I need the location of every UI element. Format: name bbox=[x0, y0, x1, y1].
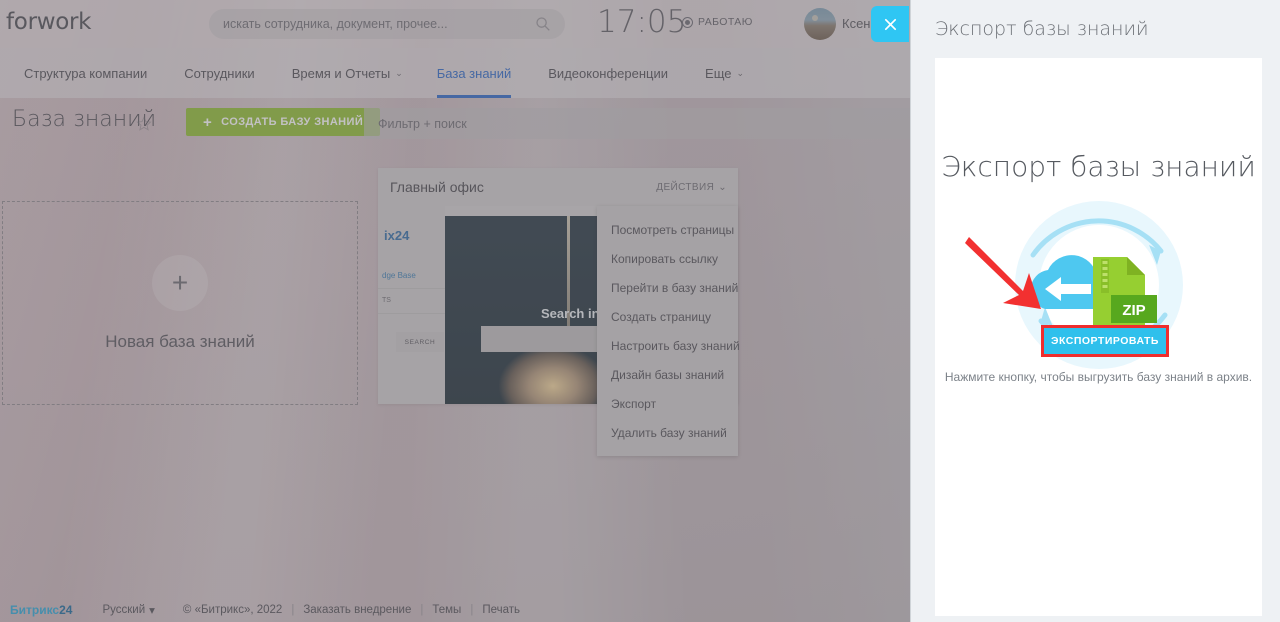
create-knowledge-base-label: СОЗДАТЬ БАЗУ ЗНАНИЙ bbox=[221, 116, 364, 128]
nav-label: Время и Отчеты bbox=[291, 65, 391, 81]
close-icon[interactable] bbox=[871, 6, 909, 42]
menu-item-delete-kb[interactable]: Удалить базу знаний bbox=[597, 418, 738, 447]
plus-icon: + bbox=[203, 113, 213, 131]
export-button[interactable]: ЭКСПОРТИРОВАТЬ bbox=[1041, 325, 1169, 357]
main-navigation: Структура компании Сотрудники Время и От… bbox=[0, 48, 910, 98]
preview-menu-item-2: TS bbox=[382, 297, 391, 304]
red-pointer-arrow-icon bbox=[965, 237, 1041, 309]
menu-item-configure-kb[interactable]: Настроить базу знаний bbox=[597, 331, 740, 360]
zip-label: ZIP bbox=[1122, 302, 1145, 319]
preview-menu-item-1: dge Base bbox=[382, 271, 416, 280]
avatar[interactable] bbox=[804, 8, 836, 40]
preview-hero-title: Search in bbox=[541, 306, 600, 321]
footer-separator: | bbox=[470, 604, 474, 616]
menu-item-design-kb[interactable]: Дизайн базы знаний bbox=[597, 360, 738, 389]
new-knowledge-base-label: Новая база знаний bbox=[105, 331, 255, 351]
preview-logo: ix24 bbox=[384, 228, 410, 243]
app-logo: forwork bbox=[6, 9, 92, 35]
new-knowledge-base-card[interactable]: + Новая база знаний bbox=[2, 201, 358, 405]
nav-label: Сотрудники bbox=[184, 65, 255, 81]
menu-item-export[interactable]: Экспорт bbox=[597, 389, 738, 418]
export-button-label: ЭКСПОРТИРОВАТЬ bbox=[1051, 335, 1159, 347]
footer-link-themes[interactable]: Темы bbox=[432, 604, 461, 616]
language-label: Русский bbox=[102, 604, 146, 616]
preview-search-button: SEARCH bbox=[396, 332, 444, 352]
top-bar: forwork искать сотрудника, документ, про… bbox=[0, 0, 910, 48]
nav-label: Видеоконференции bbox=[548, 65, 669, 81]
clock-display: 17:05 bbox=[597, 4, 687, 40]
footer-separator: | bbox=[420, 604, 424, 616]
page-header: База знаний + СОЗДАТЬ БАЗУ ЗНАНИЙ Фильтр… bbox=[0, 104, 910, 152]
menu-item-create-page[interactable]: Создать страницу bbox=[597, 302, 738, 331]
export-caption: Нажмите кнопку, чтобы выгрузить базу зна… bbox=[944, 370, 1253, 384]
work-status-label: РАБОТАЮ bbox=[698, 16, 753, 28]
knowledge-base-actions-button[interactable]: ДЕЙСТВИЯ ⌄ bbox=[656, 182, 727, 193]
export-slider-panel: Экспорт базы знаний Экспорт базы знаний bbox=[910, 0, 1280, 622]
footer-separator: | bbox=[291, 604, 295, 616]
knowledge-base-card-title: Главный офис bbox=[390, 179, 484, 195]
global-search-placeholder: искать сотрудника, документ, прочее... bbox=[223, 17, 448, 31]
menu-item-go-to-kb[interactable]: Перейти в базу знаний bbox=[597, 273, 738, 302]
nav-item-videoconferences[interactable]: Видеоконференции bbox=[548, 48, 668, 98]
nav-item-employees[interactable]: Сотрудники bbox=[184, 48, 254, 98]
copyright-text: © «Битрикс», 2022 bbox=[182, 604, 283, 616]
export-heading: Экспорт базы знаний bbox=[941, 150, 1256, 183]
bitrix24-logo[interactable]: Битрикс24 bbox=[10, 603, 72, 617]
chevron-down-icon: ⌄ bbox=[395, 67, 403, 78]
star-icon[interactable] bbox=[136, 116, 152, 132]
application-backdrop: forwork искать сотрудника, документ, про… bbox=[0, 0, 910, 622]
slider-content: Экспорт базы знаний ZIP ЭКСПОРТИРОВАТЬ Н… bbox=[935, 58, 1262, 616]
plus-icon: + bbox=[152, 254, 208, 311]
page-title: База знаний bbox=[12, 107, 157, 132]
work-status-toggle[interactable]: РАБОТАЮ bbox=[682, 16, 753, 28]
nav-item-knowledge-base[interactable]: База знаний bbox=[436, 48, 512, 98]
nav-label: Структура компании bbox=[24, 65, 148, 81]
footer-link-print[interactable]: Печать bbox=[482, 604, 520, 616]
nav-item-more[interactable]: Еще ⌄ bbox=[705, 48, 744, 98]
language-selector[interactable]: Русский ▾ bbox=[72, 603, 154, 617]
actions-label: ДЕЙСТВИЯ bbox=[656, 181, 715, 193]
global-search-input[interactable]: искать сотрудника, документ, прочее... bbox=[209, 9, 565, 39]
menu-item-view-pages[interactable]: Посмотреть страницы bbox=[597, 215, 738, 244]
create-knowledge-base-button[interactable]: + СОЗДАТЬ БАЗУ ЗНАНИЙ bbox=[186, 108, 381, 136]
close-glyph bbox=[884, 18, 896, 30]
filter-search-input[interactable]: Фильтр + поиск bbox=[364, 108, 910, 139]
slider-header-title: Экспорт базы знаний bbox=[935, 18, 1149, 40]
knowledge-base-card-header: Главный офис ДЕЙСТВИЯ ⌄ bbox=[378, 168, 738, 206]
knowledge-base-actions-menu: Посмотреть страницы Копировать ссылку Пе… bbox=[597, 206, 740, 456]
nav-item-company-structure[interactable]: Структура компании bbox=[24, 48, 147, 98]
nav-item-time-reports[interactable]: Время и Отчеты ⌄ bbox=[292, 48, 403, 98]
footer-link-order-implementation[interactable]: Заказать внедрение bbox=[303, 604, 411, 616]
chevron-down-icon: ⌄ bbox=[718, 181, 727, 193]
filter-search-placeholder: Фильтр + поиск bbox=[378, 116, 467, 131]
menu-item-copy-link[interactable]: Копировать ссылку bbox=[597, 244, 738, 273]
search-icon bbox=[536, 17, 550, 31]
footer: Битрикс24 Русский ▾ © «Битрикс», 2022 | … bbox=[0, 598, 910, 622]
record-dot-icon bbox=[682, 16, 693, 28]
username-label: Ксен bbox=[842, 16, 871, 31]
chevron-down-icon: ⌄ bbox=[736, 67, 745, 78]
nav-label: Еще bbox=[705, 65, 732, 81]
preview-sidebar: ix24 dge Base TS SEARCH bbox=[378, 206, 445, 404]
nav-label: База знаний bbox=[436, 65, 512, 81]
